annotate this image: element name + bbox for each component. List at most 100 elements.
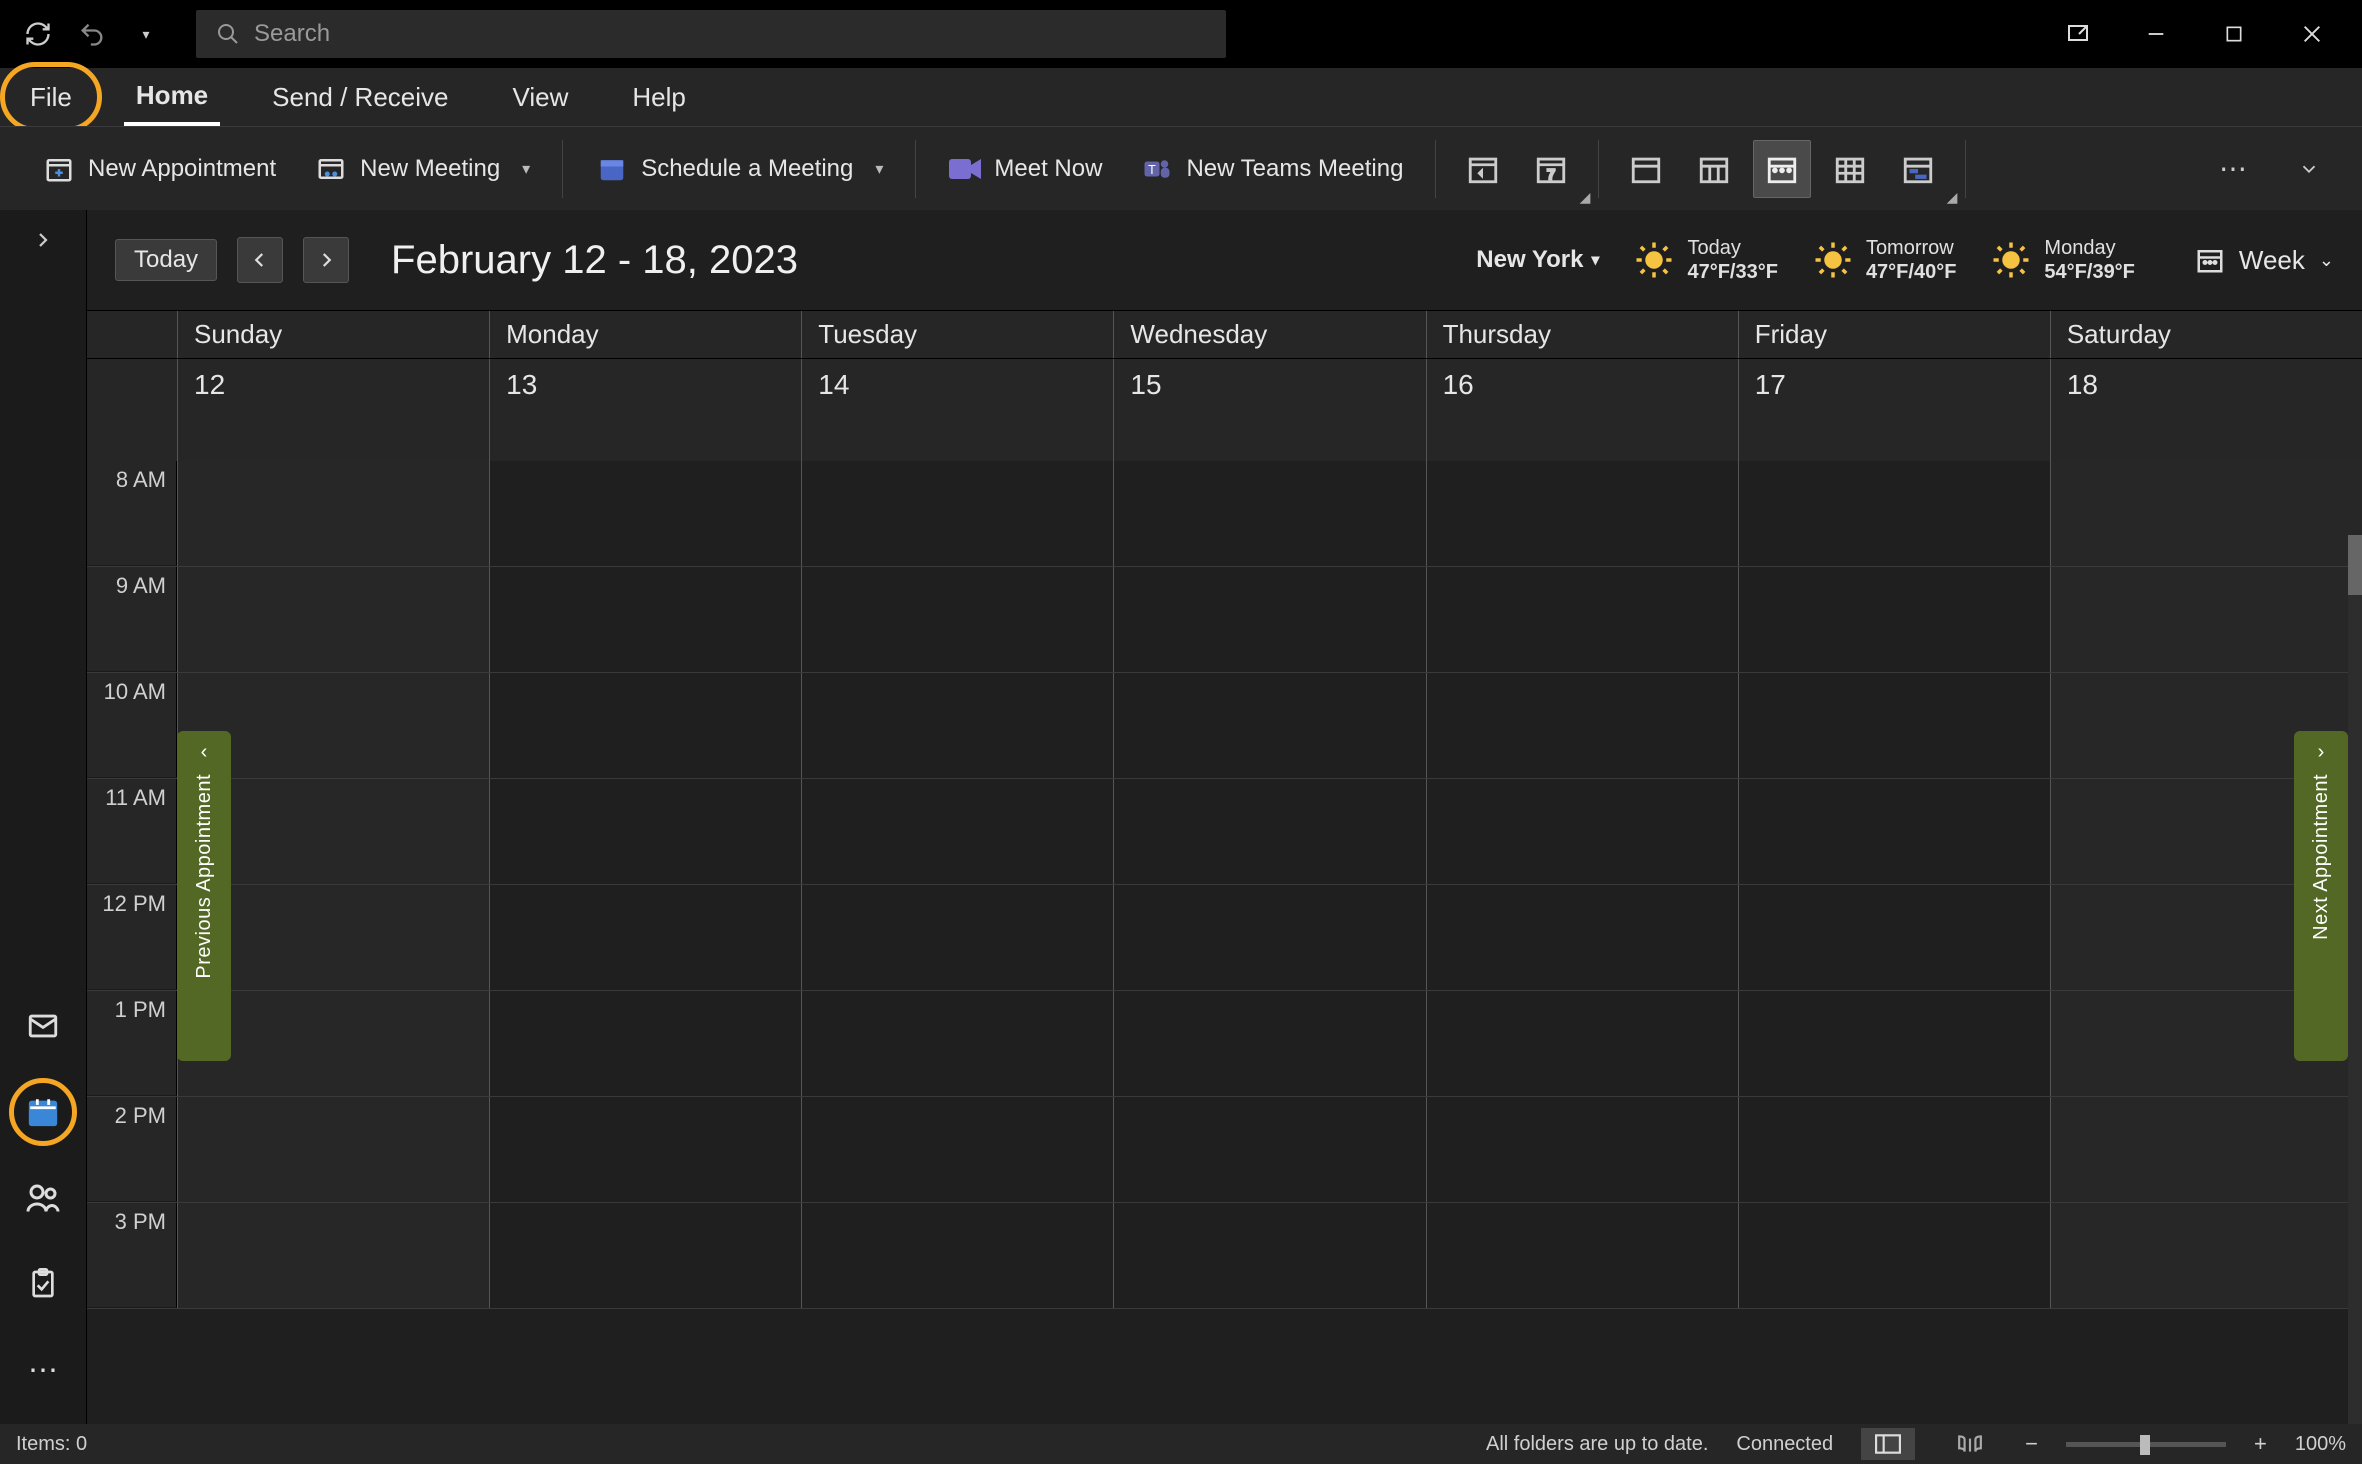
time-slot[interactable] [489, 991, 801, 1096]
mail-nav-icon[interactable] [19, 1002, 67, 1050]
tab-home[interactable]: Home [124, 68, 220, 126]
goto-today-button[interactable] [1454, 140, 1512, 198]
tasks-nav-icon[interactable] [19, 1260, 67, 1308]
close-icon[interactable] [2282, 9, 2342, 59]
next-appointment-tab[interactable]: › Next Appointment [2294, 731, 2348, 1061]
time-slot[interactable] [801, 885, 1113, 990]
time-slot[interactable] [1113, 461, 1425, 566]
time-slot[interactable] [1113, 885, 1425, 990]
time-slot[interactable] [1426, 567, 1738, 672]
schedule-meeting-button[interactable]: Schedule a Meeting ▾ [581, 140, 897, 198]
previous-appointment-tab[interactable]: ‹ Previous Appointment [177, 731, 231, 1061]
time-slot[interactable] [1738, 991, 2050, 1096]
work-week-view-button[interactable] [1685, 140, 1743, 198]
time-slot[interactable] [801, 1203, 1113, 1308]
scrollbar-thumb[interactable] [2348, 535, 2362, 595]
date-cell[interactable]: 14 [801, 359, 1113, 461]
dialog-launcher-icon[interactable]: ◢ [1947, 189, 1958, 206]
time-slot[interactable] [801, 567, 1113, 672]
time-slot[interactable] [2050, 461, 2362, 566]
vertical-scrollbar[interactable] [2348, 535, 2362, 1424]
ribbon-display-icon[interactable] [2048, 9, 2108, 59]
time-slot[interactable] [801, 461, 1113, 566]
time-slot[interactable] [2050, 1203, 2362, 1308]
time-slot[interactable] [489, 779, 801, 884]
time-slot[interactable] [1426, 779, 1738, 884]
search-input[interactable] [254, 20, 1206, 48]
minimize-icon[interactable] [2126, 9, 2186, 59]
time-slot[interactable] [2050, 567, 2362, 672]
next-week-button[interactable] [303, 237, 349, 283]
date-cell[interactable]: 16 [1426, 359, 1738, 461]
day-header[interactable]: Saturday [2050, 311, 2362, 358]
time-slot[interactable] [489, 461, 801, 566]
date-cell[interactable]: 13 [489, 359, 801, 461]
weather-location-dropdown[interactable]: New York▾ [1476, 246, 1599, 274]
date-cell[interactable]: 17 [1738, 359, 2050, 461]
time-slot[interactable] [1113, 673, 1425, 778]
search-box[interactable] [196, 10, 1226, 58]
collapse-ribbon-icon[interactable] [2280, 140, 2338, 198]
time-slot[interactable] [801, 1097, 1113, 1202]
reading-view-icon[interactable] [1943, 1428, 1997, 1460]
tab-view[interactable]: View [500, 68, 580, 126]
time-slot[interactable] [1426, 991, 1738, 1096]
today-button[interactable]: Today [115, 239, 217, 281]
view-selector-dropdown[interactable]: Week ⌄ [2195, 245, 2334, 276]
time-slot[interactable] [177, 1097, 489, 1202]
weather-day[interactable]: Monday54°F/39°F [1990, 236, 2134, 284]
chevron-down-icon[interactable]: ▾ [522, 159, 530, 179]
calendar-nav-icon[interactable] [19, 1088, 67, 1136]
time-slot[interactable] [1738, 461, 2050, 566]
month-view-button[interactable] [1821, 140, 1879, 198]
time-slot[interactable] [801, 779, 1113, 884]
people-nav-icon[interactable] [19, 1174, 67, 1222]
day-header[interactable]: Thursday [1426, 311, 1738, 358]
time-slot[interactable] [1738, 567, 2050, 672]
tab-send-receive[interactable]: Send / Receive [260, 68, 460, 126]
meet-now-button[interactable]: Meet Now [934, 140, 1116, 198]
new-teams-meeting-button[interactable]: T New Teams Meeting [1126, 140, 1417, 198]
time-slot[interactable] [489, 673, 801, 778]
new-meeting-button[interactable]: New Meeting ▾ [300, 140, 544, 198]
time-slot[interactable] [1738, 885, 2050, 990]
expand-pane-icon[interactable] [0, 210, 86, 270]
day-view-button[interactable] [1617, 140, 1675, 198]
dialog-launcher-icon[interactable]: ◢ [1580, 189, 1591, 206]
time-slot[interactable] [489, 885, 801, 990]
time-slot[interactable] [1426, 673, 1738, 778]
time-slot[interactable] [177, 1203, 489, 1308]
time-slot[interactable] [1426, 1097, 1738, 1202]
time-slot[interactable] [489, 1097, 801, 1202]
time-slot[interactable] [1738, 1203, 2050, 1308]
more-nav-icon[interactable]: ⋯ [19, 1346, 67, 1394]
date-cell[interactable]: 18 [2050, 359, 2362, 461]
prev-week-button[interactable] [237, 237, 283, 283]
day-header[interactable]: Sunday [177, 311, 489, 358]
day-header[interactable]: Tuesday [801, 311, 1113, 358]
day-header[interactable]: Friday [1738, 311, 2050, 358]
date-cell[interactable]: 12 [177, 359, 489, 461]
day-header[interactable]: Monday [489, 311, 801, 358]
date-cell[interactable]: 15 [1113, 359, 1425, 461]
day-header[interactable]: Wednesday [1113, 311, 1425, 358]
time-slot[interactable] [1738, 779, 2050, 884]
time-slot[interactable] [1426, 885, 1738, 990]
time-slot[interactable] [1113, 1097, 1425, 1202]
time-slot[interactable] [489, 567, 801, 672]
chevron-down-icon[interactable]: ▾ [875, 159, 883, 179]
time-slot[interactable] [1738, 673, 2050, 778]
normal-view-icon[interactable] [1861, 1428, 1915, 1460]
undo-icon[interactable] [72, 14, 112, 54]
maximize-icon[interactable] [2204, 9, 2264, 59]
zoom-level[interactable]: 100% [2295, 1433, 2346, 1456]
time-slot[interactable] [489, 1203, 801, 1308]
tab-file[interactable]: File [18, 68, 84, 126]
slider-thumb[interactable] [2140, 1435, 2150, 1455]
schedule-view-button[interactable] [1889, 140, 1947, 198]
time-slot[interactable] [1738, 1097, 2050, 1202]
time-slot[interactable] [177, 461, 489, 566]
time-slot[interactable] [1113, 1203, 1425, 1308]
sync-icon[interactable] [18, 14, 58, 54]
time-slot[interactable] [1426, 1203, 1738, 1308]
